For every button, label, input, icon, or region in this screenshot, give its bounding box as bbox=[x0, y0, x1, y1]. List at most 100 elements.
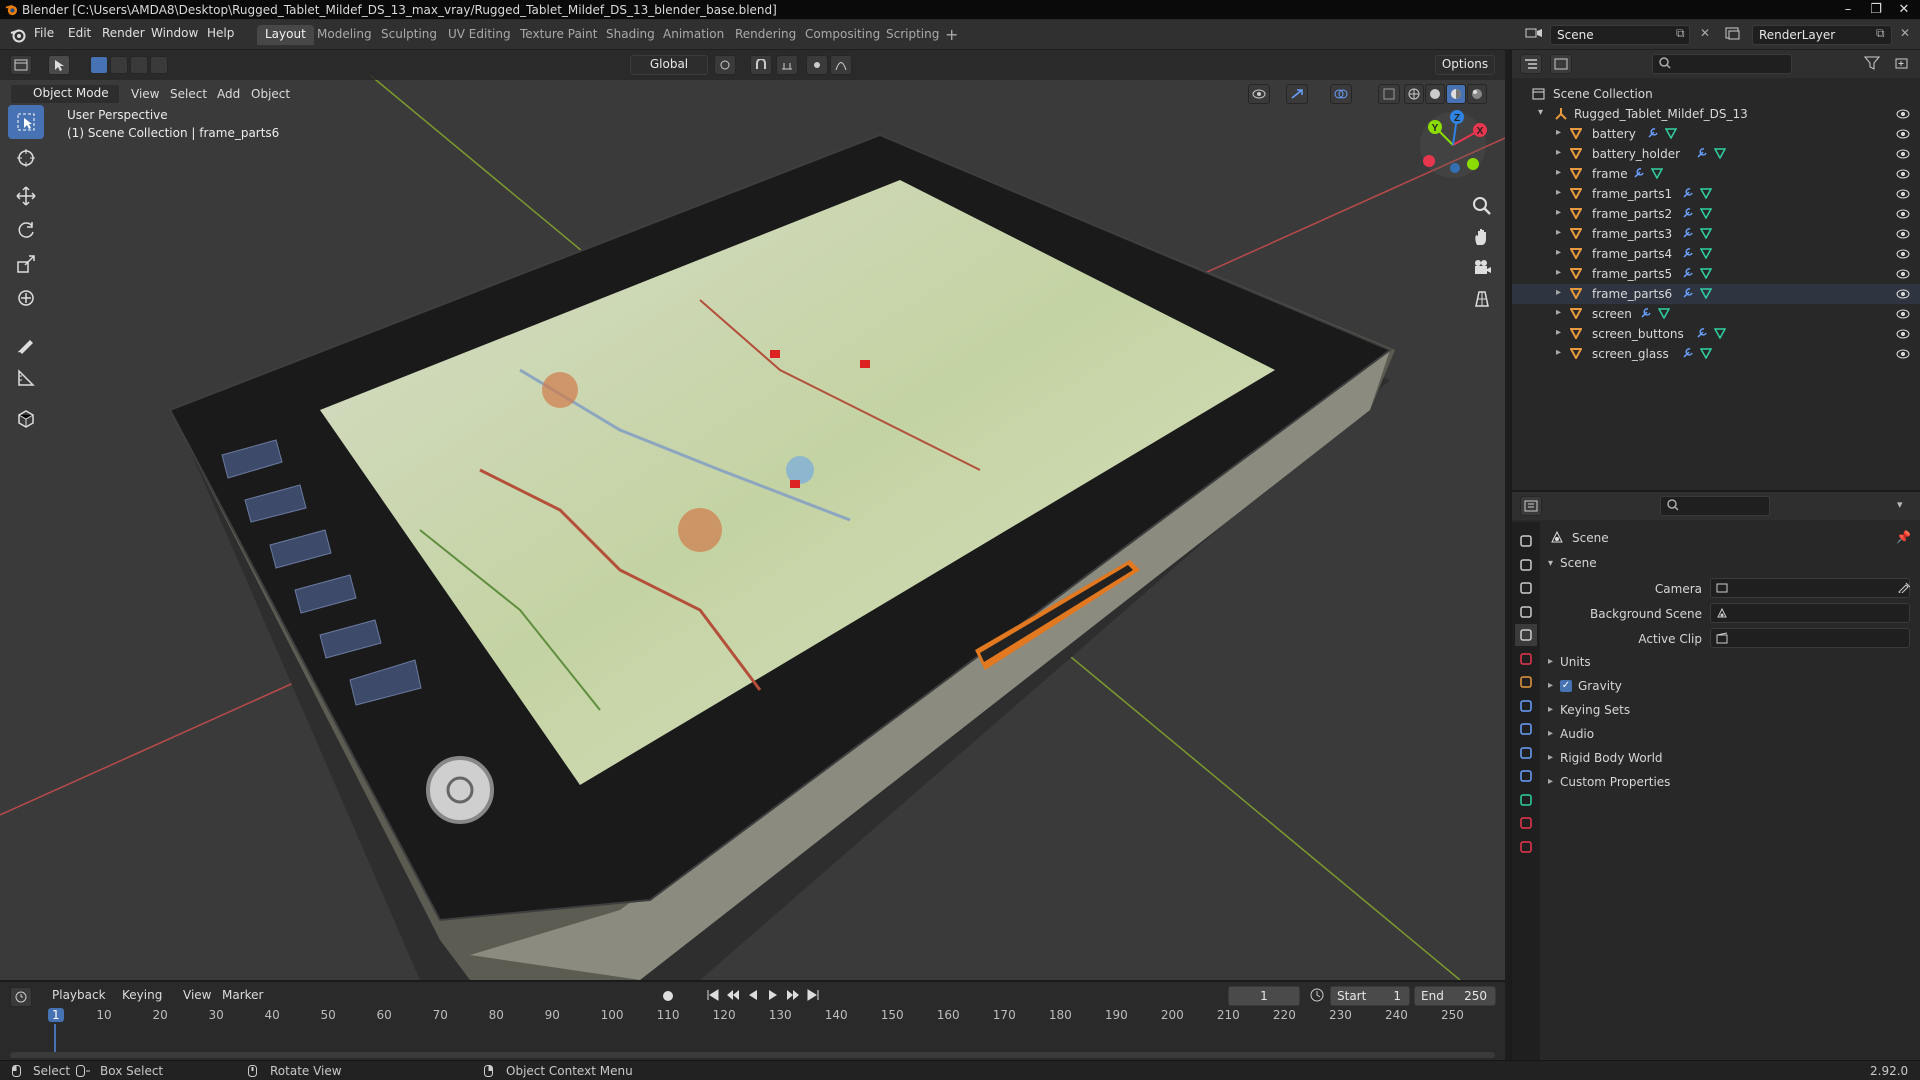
outliner-row-frame-parts2[interactable]: ▸ frame_parts2 bbox=[1512, 204, 1920, 224]
visibility-icon[interactable] bbox=[1248, 84, 1270, 104]
outliner-row-screen-buttons[interactable]: ▸ screen_buttons bbox=[1512, 324, 1920, 344]
background-scene-field[interactable] bbox=[1710, 603, 1910, 623]
mesh-data-icon[interactable] bbox=[1699, 227, 1713, 242]
tab-sculpting[interactable]: Sculpting bbox=[373, 25, 445, 45]
mesh-data-icon[interactable] bbox=[1699, 187, 1713, 202]
viewport-menu-add[interactable]: Add bbox=[217, 87, 240, 101]
add-cube-tool-icon[interactable] bbox=[8, 401, 44, 435]
modifier-wrench-icon[interactable] bbox=[1682, 247, 1694, 262]
menu-render[interactable]: Render bbox=[102, 26, 145, 40]
select-box-tool-icon[interactable] bbox=[8, 105, 44, 139]
editor-type-icon[interactable] bbox=[10, 55, 32, 75]
chevron-right-icon[interactable]: ▸ bbox=[1556, 127, 1561, 138]
navigation-gizmo[interactable]: X Y Z bbox=[1418, 110, 1488, 180]
chevron-right-icon[interactable]: ▸ bbox=[1556, 347, 1561, 358]
viewport-menu-select[interactable]: Select bbox=[170, 87, 207, 101]
eye-icon[interactable] bbox=[1896, 228, 1910, 242]
zoom-icon[interactable] bbox=[1472, 196, 1492, 219]
close-icon[interactable]: ✕ bbox=[1890, 0, 1918, 20]
cursor-tool-icon[interactable] bbox=[8, 141, 44, 175]
snap-icon[interactable] bbox=[750, 55, 772, 75]
menu-edit[interactable]: Edit bbox=[68, 26, 91, 40]
camera-view-icon[interactable] bbox=[1472, 258, 1492, 281]
select-invert-icon[interactable] bbox=[150, 56, 168, 74]
maximize-icon[interactable]: ❐ bbox=[1862, 0, 1890, 20]
eye-icon[interactable] bbox=[1896, 108, 1910, 122]
section-audio[interactable]: ▸ Audio bbox=[1540, 724, 1920, 746]
chevron-right-icon[interactable]: ▸ bbox=[1556, 247, 1561, 258]
mesh-data-icon[interactable] bbox=[1699, 267, 1713, 282]
eye-icon[interactable] bbox=[1896, 148, 1910, 162]
tab-uv-editing[interactable]: UV Editing bbox=[440, 25, 519, 45]
3d-viewport[interactable]: Object Mode View Select Add Object Globa… bbox=[0, 50, 1505, 980]
select-new-icon[interactable] bbox=[90, 56, 108, 74]
wireframe-shading-icon[interactable] bbox=[1404, 84, 1424, 104]
chevron-right-icon[interactable]: ▸ bbox=[1556, 287, 1561, 298]
outliner-row-battery[interactable]: ▸ battery bbox=[1512, 124, 1920, 144]
modifier-wrench-icon[interactable] bbox=[1682, 207, 1694, 222]
rotate-tool-icon[interactable] bbox=[8, 213, 44, 247]
chevron-right-icon[interactable]: ▸ bbox=[1548, 728, 1553, 739]
material-tab-icon[interactable] bbox=[1515, 812, 1537, 834]
tab-modeling[interactable]: Modeling bbox=[309, 25, 380, 45]
section-keying-sets[interactable]: ▸ Keying Sets bbox=[1540, 700, 1920, 722]
menu-help[interactable]: Help bbox=[207, 26, 234, 40]
tool-tab-icon[interactable] bbox=[1515, 530, 1537, 552]
scene-type-icon[interactable] bbox=[1525, 26, 1543, 45]
chevron-right-icon[interactable]: ▸ bbox=[1556, 167, 1561, 178]
annotate-tool-icon[interactable] bbox=[8, 327, 44, 361]
chevron-right-icon[interactable]: ▸ bbox=[1556, 227, 1561, 238]
filter-icon[interactable] bbox=[1863, 56, 1881, 73]
chevron-right-icon[interactable]: ▸ bbox=[1548, 680, 1553, 691]
mesh-data-icon[interactable] bbox=[1699, 347, 1713, 362]
viewport-menu-object[interactable]: Object bbox=[251, 87, 290, 101]
eye-icon[interactable] bbox=[1896, 128, 1910, 142]
view-layer-tab-icon[interactable] bbox=[1515, 601, 1537, 623]
output-tab-icon[interactable] bbox=[1515, 577, 1537, 599]
eye-icon[interactable] bbox=[1896, 248, 1910, 262]
select-tool-icon[interactable] bbox=[48, 55, 70, 75]
transform-tool-icon[interactable] bbox=[8, 281, 44, 315]
chevron-down-icon[interactable]: ▾ bbox=[1548, 558, 1553, 569]
tab-animation[interactable]: Animation bbox=[655, 25, 732, 45]
minimize-icon[interactable]: – bbox=[1834, 0, 1862, 20]
outliner-row-screen[interactable]: ▸ screen bbox=[1512, 304, 1920, 324]
solid-shading-icon[interactable] bbox=[1425, 84, 1445, 104]
gizmo-toggle-icon[interactable] bbox=[1286, 84, 1308, 104]
chevron-right-icon[interactable]: ▸ bbox=[1556, 207, 1561, 218]
eye-icon[interactable] bbox=[1896, 268, 1910, 282]
snap-target-icon[interactable] bbox=[776, 55, 798, 75]
chevron-right-icon[interactable]: ▸ bbox=[1548, 704, 1553, 715]
display-mode-icon[interactable] bbox=[1550, 54, 1572, 74]
xray-icon[interactable] bbox=[1378, 84, 1400, 104]
chevron-right-icon[interactable]: ▸ bbox=[1548, 656, 1553, 667]
outliner-row-scene-collection[interactable]: Scene Collection bbox=[1512, 84, 1920, 104]
chevron-right-icon[interactable]: ▸ bbox=[1556, 327, 1561, 338]
mesh-data-icon[interactable] bbox=[1713, 327, 1727, 342]
timeline-menu-view[interactable]: View bbox=[183, 988, 211, 1002]
tab-compositing[interactable]: Compositing bbox=[797, 25, 888, 45]
new-scene-icon[interactable]: ⧉ bbox=[1676, 26, 1685, 41]
tab-rendering[interactable]: Rendering bbox=[727, 25, 804, 45]
modifier-wrench-icon[interactable] bbox=[1647, 127, 1659, 142]
timeline-menu-marker[interactable]: Marker bbox=[222, 988, 263, 1002]
tab-texture-paint[interactable]: Texture Paint bbox=[512, 25, 605, 45]
object-mode-dropdown[interactable]: Object Mode bbox=[10, 84, 120, 104]
modifier-wrench-icon[interactable] bbox=[1682, 287, 1694, 302]
outliner-row-battery-holder[interactable]: ▸ battery_holder bbox=[1512, 144, 1920, 164]
render-tab-icon[interactable] bbox=[1515, 554, 1537, 576]
outliner-row-frame[interactable]: ▸ frame bbox=[1512, 164, 1920, 184]
outliner-row-frame-parts5[interactable]: ▸ frame_parts5 bbox=[1512, 264, 1920, 284]
delete-scene-icon[interactable]: ✕ bbox=[1700, 26, 1710, 40]
modifier-wrench-icon[interactable] bbox=[1696, 147, 1708, 162]
section-gravity[interactable]: ▸ ✓ Gravity bbox=[1540, 676, 1920, 698]
outliner-row-frame-parts1[interactable]: ▸ frame_parts1 bbox=[1512, 184, 1920, 204]
timeline-ruler[interactable]: 1 10 20 30 40 50 60 70 80 90 100 110 120 130 140 150 160… bbox=[0, 1002, 1505, 1060]
modifier-wrench-icon[interactable] bbox=[1682, 227, 1694, 242]
section-units[interactable]: ▸ Units bbox=[1540, 652, 1920, 674]
chevron-right-icon[interactable]: ▸ bbox=[1556, 307, 1561, 318]
scale-tool-icon[interactable] bbox=[8, 247, 44, 281]
rendered-shading-icon[interactable] bbox=[1467, 84, 1487, 104]
modifier-wrench-icon[interactable] bbox=[1640, 307, 1652, 322]
mesh-data-icon[interactable] bbox=[1650, 167, 1664, 182]
